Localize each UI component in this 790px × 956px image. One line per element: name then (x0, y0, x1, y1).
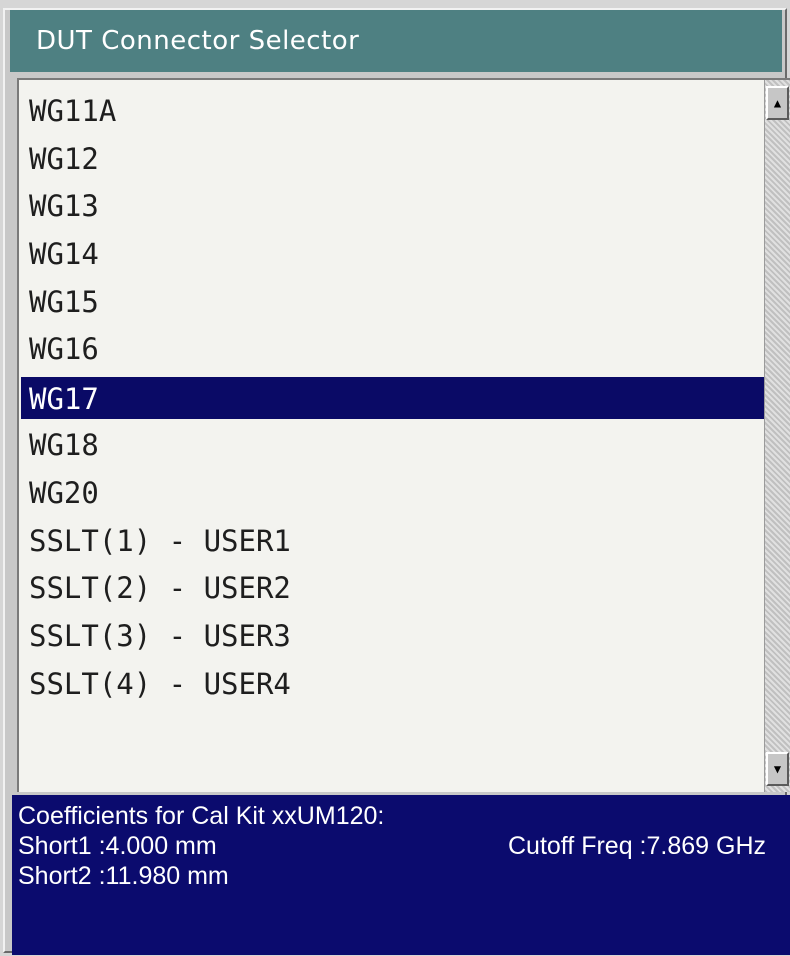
cal-kit-info-panel: Coefficients for Cal Kit xxUM120: Short1… (12, 795, 790, 955)
list-item-sslt3-user3[interactable]: SSLT(3) - USER3 (19, 613, 764, 661)
list-item-wg13[interactable]: WG13 (19, 183, 764, 231)
list-item-wg15[interactable]: WG15 (19, 279, 764, 327)
connector-items: WG11A WG12 WG13 WG14 WG15 WG16 WG17 WG18… (19, 88, 764, 708)
list-item-sslt4-user4[interactable]: SSLT(4) - USER4 (19, 661, 764, 709)
list-item-wg18[interactable]: WG18 (19, 422, 764, 470)
list-item-wg11a[interactable]: WG11A (19, 88, 764, 136)
short2-value: Short2 :11.980 mm (18, 862, 229, 890)
short1-value: Short1 :4.000 mm (18, 832, 217, 860)
list-scrollbar[interactable]: ▲ ▼ (764, 80, 790, 792)
info-heading: Coefficients for Cal Kit xxUM120: (18, 802, 385, 830)
list-item-wg12[interactable]: WG12 (19, 136, 764, 184)
scroll-up-button[interactable]: ▲ (766, 86, 789, 120)
list-item-wg16[interactable]: WG16 (19, 326, 764, 374)
list-item-wg17-selected[interactable]: WG17 (21, 377, 764, 420)
dialog-title: DUT Connector Selector (10, 10, 782, 72)
list-item-sslt2-user2[interactable]: SSLT(2) - USER2 (19, 565, 764, 613)
arrow-up-icon: ▲ (773, 96, 782, 110)
scroll-down-button[interactable]: ▼ (766, 752, 789, 786)
connector-listbox[interactable]: WG11A WG12 WG13 WG14 WG15 WG16 WG17 WG18… (17, 78, 790, 792)
list-item-sslt1-user1[interactable]: SSLT(1) - USER1 (19, 518, 764, 566)
list-item-wg20[interactable]: WG20 (19, 470, 764, 518)
arrow-down-icon: ▼ (773, 762, 782, 776)
info-row-short1: Short1 :4.000 mm Cutoff Freq :7.869 GHz (18, 831, 790, 861)
cutoff-freq-value: Cutoff Freq :7.869 GHz (508, 832, 766, 860)
list-item-wg14[interactable]: WG14 (19, 231, 764, 279)
